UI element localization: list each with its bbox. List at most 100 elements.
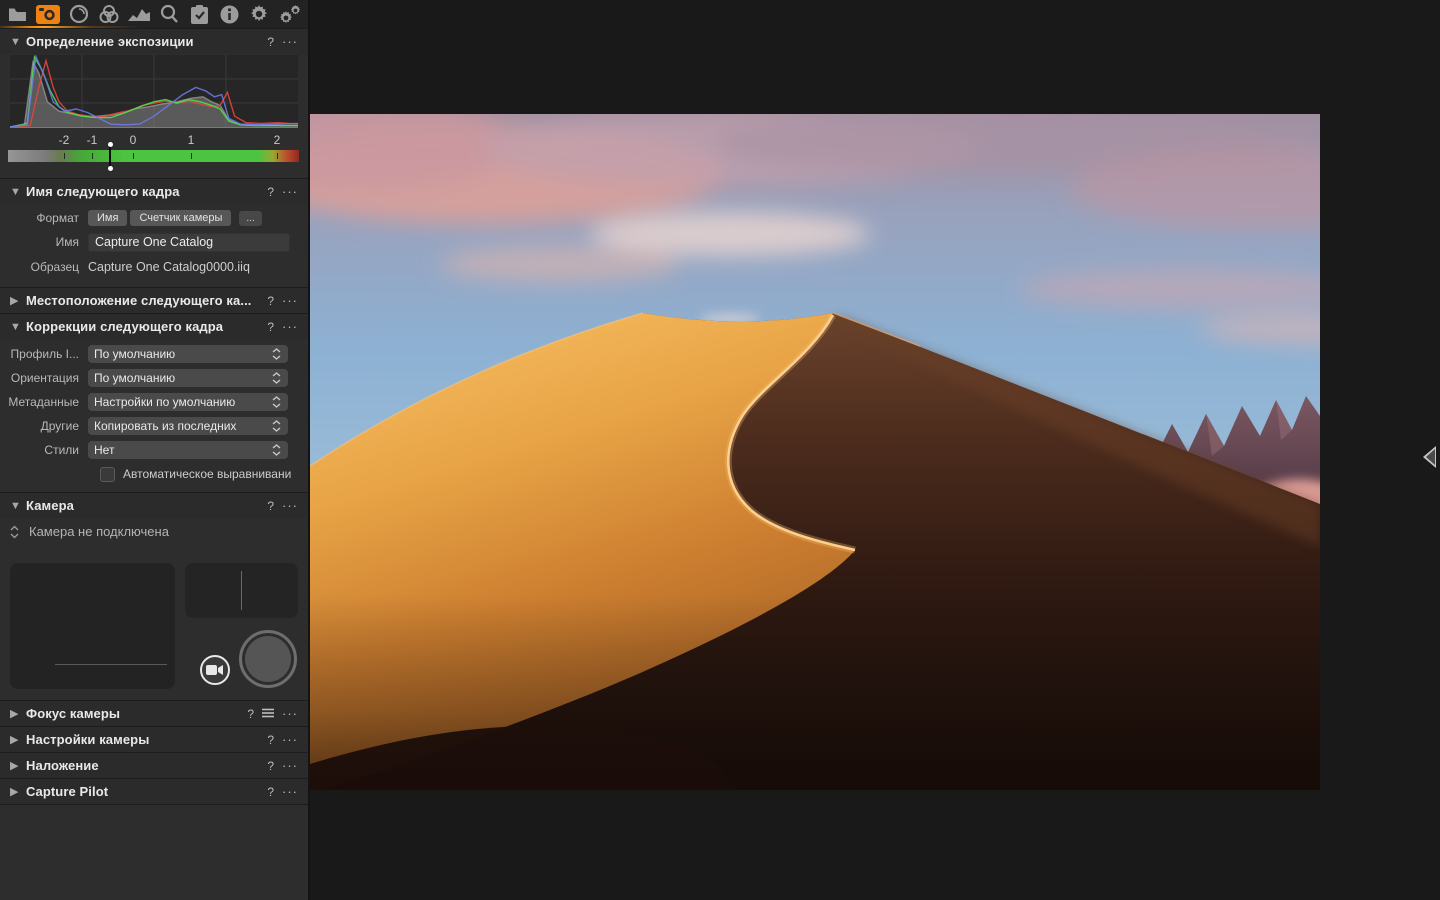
help-icon[interactable]: ?	[267, 785, 274, 799]
color-wheels-icon[interactable]	[97, 3, 120, 25]
live-view-button[interactable]	[200, 655, 230, 685]
stepper-icon	[270, 420, 282, 432]
metadata-select[interactable]: Настройки по умолчанию	[88, 393, 288, 411]
other-select[interactable]: Копировать из последних	[88, 417, 288, 435]
panel-menu-icon[interactable]: ···	[282, 784, 298, 799]
panel-menu-icon[interactable]: ···	[282, 498, 298, 513]
chevron-down-icon[interactable]: ▼	[10, 186, 26, 198]
help-icon[interactable]: ?	[247, 707, 254, 721]
chevron-right-icon[interactable]: ▶	[10, 733, 26, 746]
ev-tick-label: 1	[188, 133, 195, 147]
photo-mojave-dune	[310, 114, 1320, 790]
help-icon[interactable]: ?	[267, 499, 274, 513]
exposure-histogram	[10, 55, 298, 128]
gear-icon[interactable]	[248, 3, 271, 25]
name-input[interactable]	[88, 233, 290, 252]
chevron-down-icon[interactable]: ▼	[10, 500, 26, 512]
tools-sidebar: ▼ Определение экспозиции ?··· -2-1012 ▼ …	[0, 0, 310, 900]
panel-title: Местоположение следующего ка...	[26, 293, 267, 308]
camera-icon[interactable]	[36, 3, 60, 25]
panel-menu-icon[interactable]: ···	[282, 706, 298, 721]
orientation-select[interactable]: По умолчанию	[88, 369, 288, 387]
chevron-down-icon[interactable]: ▼	[10, 36, 26, 48]
exposure-scale-labels: -2 -1 0 1 2	[8, 133, 300, 148]
ev-tick-label: -2	[59, 133, 70, 147]
panel-title: Наложение	[26, 758, 267, 773]
exposure-meter-bar[interactable]	[8, 150, 299, 162]
panel-menu-icon[interactable]: ···	[282, 34, 298, 49]
panel-header-camera-settings[interactable]: ▶ Настройки камеры ? ···	[0, 726, 308, 752]
lens-icon[interactable]	[67, 3, 90, 25]
panel-header-location[interactable]: ▶ Местоположение следующего ка... ? ···	[0, 287, 308, 313]
panel-menu-icon[interactable]: ···	[282, 319, 298, 334]
camera-preview-box	[10, 563, 175, 689]
icc-profile-select[interactable]: По умолчанию	[88, 345, 288, 363]
format-more-button[interactable]: ...	[239, 211, 261, 226]
folder-icon[interactable]	[6, 3, 29, 25]
ev-tick-mark	[64, 153, 65, 159]
panel-header-naming[interactable]: ▼ Имя следующего кадра ? ···	[0, 178, 308, 204]
video-camera-icon	[206, 664, 224, 676]
panel-menu-icon[interactable]: ···	[282, 758, 298, 773]
format-token-name[interactable]: Имя	[88, 210, 127, 226]
panel-menu-icon[interactable]: ···	[282, 732, 298, 747]
panel-menu-icon[interactable]: ···	[282, 184, 298, 199]
curves-icon[interactable]	[127, 3, 150, 25]
help-icon[interactable]: ?	[267, 320, 274, 334]
clipboard-check-icon[interactable]	[188, 3, 211, 25]
panel-header-focus[interactable]: ▶ Фокус камеры ? ···	[0, 700, 308, 726]
panel-title: Камера	[26, 498, 267, 513]
panel-title: Capture Pilot	[26, 784, 267, 799]
ev-tick-label: 0	[130, 133, 137, 147]
panel-header-camera[interactable]: ▼ Камера ? ···	[0, 492, 308, 518]
ev-tick-label: 2	[274, 133, 281, 147]
info-icon[interactable]	[218, 3, 241, 25]
stepper-icon	[270, 372, 282, 384]
focus-list-icon[interactable]	[262, 706, 274, 721]
ev-tick-label: -1	[87, 133, 98, 147]
auto-align-label: Автоматическое выравнивани	[123, 467, 291, 481]
help-icon[interactable]: ?	[267, 35, 274, 49]
help-icon[interactable]: ?	[267, 759, 274, 773]
panel-title: Фокус камеры	[26, 706, 247, 721]
help-icon[interactable]: ?	[267, 185, 274, 199]
auto-align-checkbox[interactable]	[100, 467, 115, 482]
panel-title: Имя следующего кадра	[26, 184, 267, 199]
chevron-right-icon[interactable]: ▶	[10, 707, 26, 720]
stepper-icon	[270, 444, 282, 456]
image-viewer	[310, 0, 1440, 900]
help-icon[interactable]: ?	[267, 294, 274, 308]
help-icon[interactable]: ?	[267, 733, 274, 747]
panel-title: Коррекции следующего кадра	[26, 319, 267, 334]
ev-tick-mark	[92, 153, 93, 159]
ev-marker-dot[interactable]	[108, 166, 113, 171]
panel-header-exposure[interactable]: ▼ Определение экспозиции ?···	[0, 28, 308, 54]
sample-value: Capture One Catalog0000.iiq	[88, 260, 250, 274]
capture-button[interactable]	[239, 630, 297, 688]
format-token-counter[interactable]: Счетчик камеры	[130, 210, 231, 226]
chevron-right-icon[interactable]: ▶	[10, 759, 26, 772]
ev-marker-dot[interactable]	[108, 142, 113, 147]
camera-select[interactable]: Камера не подключена	[10, 524, 169, 539]
panel-header-overlay[interactable]: ▶ Наложение ? ···	[0, 752, 308, 778]
ev-marker[interactable]	[109, 146, 111, 166]
panel-header-capture-pilot[interactable]: ▶ Capture Pilot ? ···	[0, 778, 308, 804]
panel-menu-icon[interactable]: ···	[282, 293, 298, 308]
magnifier-icon[interactable]	[158, 3, 181, 25]
chevron-down-icon[interactable]: ▼	[10, 321, 26, 333]
stepper-icon	[10, 525, 19, 539]
stepper-icon	[270, 348, 282, 360]
panel-header-adjustments[interactable]: ▼ Коррекции следующего кадра ? ···	[0, 313, 308, 339]
chevron-right-icon[interactable]: ▶	[10, 294, 26, 307]
metadata-label: Метаданные	[0, 395, 88, 409]
name-label: Имя	[0, 235, 88, 249]
ev-tick-mark	[277, 153, 278, 159]
process-gears-icon[interactable]	[278, 3, 302, 25]
tool-tabs-bar	[0, 0, 308, 28]
chevron-right-icon[interactable]: ▶	[10, 785, 26, 798]
collapse-right-panel-arrow[interactable]	[1423, 446, 1436, 468]
sample-label: Образец	[0, 260, 88, 274]
styles-select[interactable]: Нет	[88, 441, 288, 459]
panel-title: Настройки камеры	[26, 732, 267, 747]
format-label: Формат	[0, 211, 88, 225]
